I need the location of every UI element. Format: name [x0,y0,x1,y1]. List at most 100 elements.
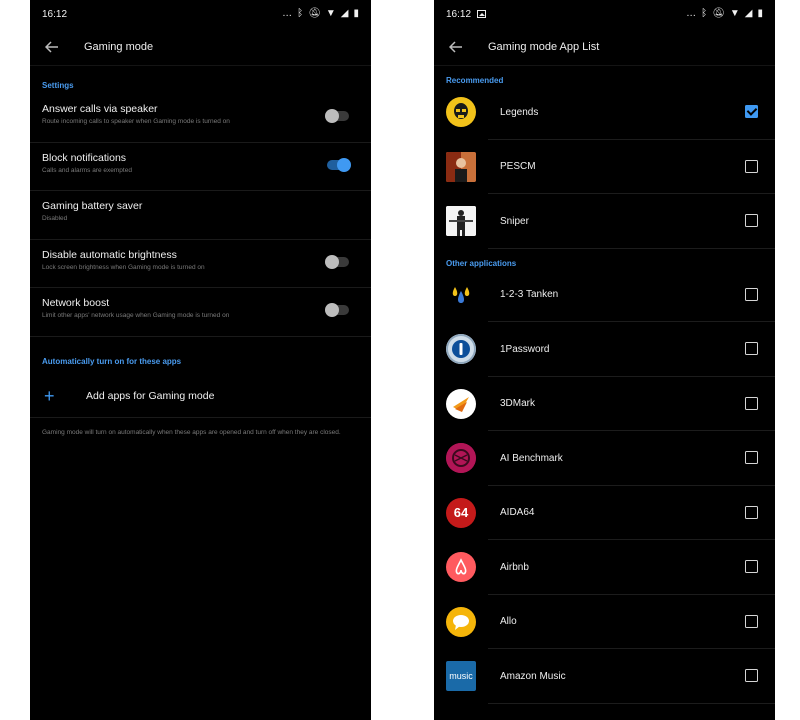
toolbar: Gaming mode [30,28,371,66]
toggle-knob [325,109,339,123]
app-list-item[interactable]: 3DMark [434,377,775,431]
app-list-item[interactable]: AI Benchmark [434,431,775,486]
recommended-list: Legends PESCM Sniper [434,85,775,249]
app-list-item[interactable]: music Amazon Music [434,649,775,704]
more-icon: … [282,8,293,19]
app-list-item[interactable]: Legends [434,85,775,140]
gaming-mode-app-list-screen: 16:12 … ᛒ 🔕︎ ▼ ◢ ▮ Gaming mode App List … [434,0,775,720]
app-list-item[interactable]: 64 AIDA64 [434,486,775,540]
setting-subtitle: Limit other apps' network usage when Gam… [42,312,230,319]
other-apps-list: 1-2-3 Tanken 1Password 3DMark AI Benchmark 6… [434,268,775,704]
add-apps-label: Add apps for Gaming mode [86,390,215,402]
app-name: 1Password [500,343,550,355]
other-section-header: Other applications [446,258,517,268]
app-checkbox[interactable] [745,560,758,574]
more-icon: … [686,8,697,19]
app-list-item[interactable]: 1-2-3 Tanken [434,268,775,322]
app-checkbox[interactable] [745,505,758,519]
setting-title: Block notifications [42,151,127,164]
app-name: 3DMark [500,398,536,410]
row-divider [488,702,775,704]
app-checkbox[interactable] [745,159,758,173]
toggle-switch[interactable] [325,109,349,123]
page-title: Gaming mode [84,40,154,53]
setting-row[interactable]: Gaming battery saver Disabled [30,191,371,240]
app-list-item[interactable]: PESCM [434,140,775,194]
status-bar: 16:12 … ᛒ 🔕︎ ▼ ◢ ▮ [434,0,775,28]
page-title: Gaming mode App List [488,40,600,53]
app-list-item[interactable]: 1Password [434,322,775,377]
toggle-switch[interactable] [327,157,351,172]
signal-icon: ◢ [340,8,349,19]
ai-benchmark-icon [446,443,476,474]
wifi-icon: ▼ [325,8,336,19]
gaming-mode-screen: 16:12 … ᛒ 🔕︎ ▼ ◢ ▮ Gaming mode Settings … [30,0,371,720]
setting-title: Answer calls via speaker [42,103,158,115]
app-checkbox[interactable] [745,669,758,683]
pescm-icon [446,151,476,182]
plus-icon: + [44,386,55,406]
airbnb-icon [446,552,476,583]
setting-title: Network boost [42,297,110,309]
wifi-icon: ▼ [729,8,740,19]
back-arrow-icon[interactable] [42,37,62,57]
app-checkbox[interactable] [745,342,758,356]
setting-subtitle: Disabled [42,215,68,222]
row-divider [488,247,775,249]
app-checkbox[interactable] [745,396,758,410]
app-name: Airbnb [500,561,529,573]
legends-icon [446,97,476,128]
app-name: Sniper [500,215,529,227]
setting-row[interactable]: Answer calls via speaker Route incoming c… [30,94,371,143]
amazon-music-icon: music [446,661,476,692]
add-apps-button[interactable]: + Add apps for Gaming mode [30,376,371,418]
toggle-switch[interactable] [325,303,349,317]
sniper-icon [446,206,476,237]
app-name: Amazon Music [500,670,566,682]
setting-subtitle: Lock screen brightness when Gaming mode … [42,263,205,271]
toggle-knob [325,254,339,269]
app-name: AIDA64 [500,507,535,519]
icon-glyph: 64 [453,505,469,521]
app-list-item[interactable]: Allo [434,595,775,649]
gallery-icon [477,10,487,18]
app-name: Legends [500,106,539,118]
auto-section-header: Automatically turn on for these apps [42,356,182,366]
battery-icon: ▮ [757,8,763,19]
app-checkbox[interactable] [745,451,758,465]
icon-glyph: music [449,671,473,682]
toggle-knob [337,157,351,172]
app-checkbox[interactable] [745,214,758,228]
app-checkbox[interactable] [745,614,758,628]
threedmark-icon [446,388,476,419]
onepassword-icon [446,334,476,365]
app-name: AI Benchmark [500,452,563,464]
mute-icon: 🔕︎ [308,8,321,19]
settings-list: Answer calls via speaker Route incoming c… [30,94,371,337]
setting-row[interactable]: Disable automatic brightness Lock screen … [30,240,371,288]
status-icons: … ᛒ 🔕︎ ▼ ◢ ▮ [686,9,763,19]
app-name: PESCM [500,161,536,173]
app-list-item[interactable]: Sniper [434,194,775,249]
bluetooth-icon: ᛒ [701,8,708,19]
app-list-item[interactable]: Airbnb [434,540,775,595]
bluetooth-icon: ᛒ [297,8,304,19]
status-bar: 16:12 … ᛒ 🔕︎ ▼ ◢ ▮ [30,0,371,28]
app-checkbox[interactable] [745,287,758,301]
setting-subtitle: Route incoming calls to speaker when Gam… [42,118,230,125]
setting-row[interactable]: Block notifications Calls and alarms are … [30,143,371,191]
status-time: 16:12 [42,8,68,20]
recommended-section-header: Recommended [446,76,504,85]
back-arrow-icon[interactable] [446,37,466,57]
footer-note: Gaming mode will turn on automatically w… [42,428,341,436]
app-checkbox[interactable] [745,105,758,119]
setting-title: Gaming battery saver [42,200,143,212]
signal-icon: ◢ [744,8,753,19]
aida64-icon: 64 [446,497,476,528]
app-name: Allo [500,616,517,628]
allo-icon [446,606,476,637]
toggle-switch[interactable] [325,254,349,269]
status-icons: … ᛒ 🔕︎ ▼ ◢ ▮ [282,9,359,19]
toolbar: Gaming mode App List [434,28,775,66]
setting-row[interactable]: Network boost Limit other apps' network u… [30,288,371,337]
